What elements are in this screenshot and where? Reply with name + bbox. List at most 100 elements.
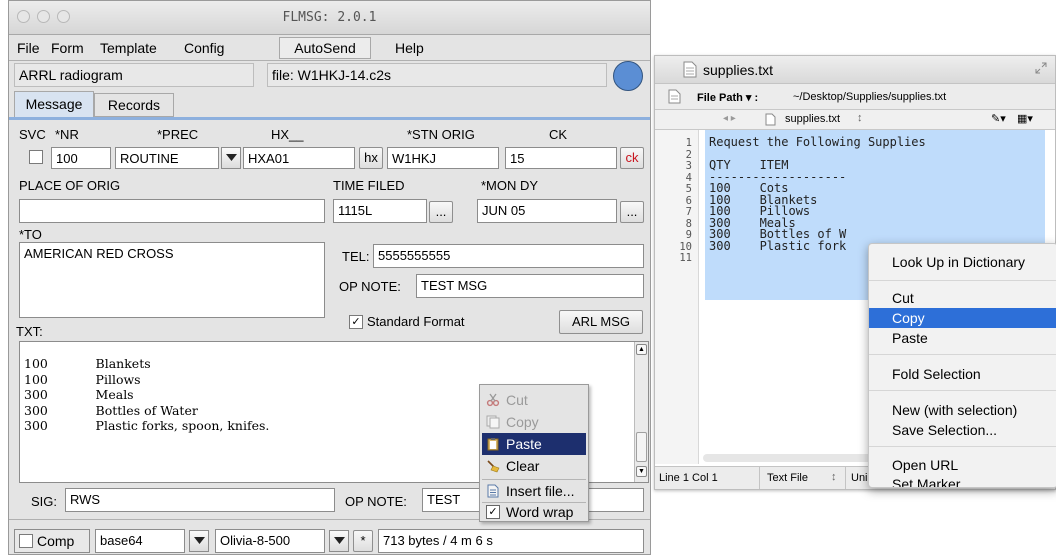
scroll-up-icon[interactable]: ▲ bbox=[636, 344, 647, 355]
menu-separator bbox=[869, 446, 1056, 447]
hx-button[interactable]: hx bbox=[359, 147, 383, 169]
mon-dy-button[interactable]: ... bbox=[620, 201, 644, 223]
broom-icon bbox=[487, 460, 500, 473]
document-icon bbox=[765, 113, 776, 126]
txt-scrollbar[interactable]: ▲ ▼ bbox=[634, 342, 648, 482]
menu-item-copy[interactable]: Copy bbox=[869, 308, 1056, 328]
prec-label: *PREC bbox=[157, 127, 199, 142]
stack-icon[interactable]: ▦▾ bbox=[1017, 112, 1033, 125]
menu-item-set-marker[interactable]: Set Marker bbox=[869, 474, 1056, 487]
nr-input[interactable]: 100 bbox=[51, 147, 111, 169]
time-filed-button[interactable]: ... bbox=[429, 201, 453, 223]
tel-label: TEL: bbox=[342, 249, 370, 264]
mode-config-button[interactable]: * bbox=[353, 530, 373, 552]
hx-input[interactable]: HXA01 bbox=[243, 147, 355, 169]
status-indicator[interactable] bbox=[613, 61, 643, 91]
svc-checkbox[interactable] bbox=[29, 150, 43, 164]
menu-item-new-with-selection[interactable]: New (with selection) bbox=[869, 400, 1056, 420]
op-note-label: OP NOTE: bbox=[339, 279, 401, 294]
prec-select[interactable]: ROUTINE bbox=[115, 147, 219, 169]
scroll-thumb[interactable] bbox=[636, 432, 647, 462]
ck-label: CK bbox=[549, 127, 568, 142]
menu-file[interactable]: File bbox=[17, 40, 40, 56]
menu-help[interactable]: Help bbox=[395, 40, 424, 56]
fullscreen-icon[interactable] bbox=[1035, 62, 1047, 74]
menu-item-cut-label: Cut bbox=[506, 392, 528, 408]
comp-checkbox[interactable] bbox=[19, 534, 33, 548]
op-note-input[interactable]: TEST MSG bbox=[416, 274, 644, 298]
mode-dropdown-button[interactable] bbox=[329, 530, 349, 552]
arl-msg-button[interactable]: ARL MSG bbox=[559, 310, 643, 334]
sig-input[interactable]: RWS bbox=[65, 488, 335, 512]
menu-item-clear-label: Clear bbox=[506, 458, 540, 474]
encoding-dropdown-button[interactable] bbox=[189, 530, 209, 552]
mon-dy-input[interactable]: JUN 05 bbox=[477, 199, 617, 223]
time-filed-input[interactable]: 1115L bbox=[333, 199, 427, 223]
menu-item-open-url[interactable]: Open URL bbox=[869, 455, 1056, 475]
chevron-down-icon bbox=[226, 154, 237, 161]
menu-separator bbox=[869, 354, 1056, 355]
file-path-value: ~/Desktop/Supplies/supplies.txt bbox=[793, 91, 947, 103]
checkmark-icon: ✓ bbox=[486, 505, 500, 519]
cursor-position: Line 1 Col 1 bbox=[659, 472, 718, 484]
menu-form[interactable]: Form bbox=[51, 40, 84, 56]
file-type-stepper[interactable]: ↕ bbox=[831, 471, 837, 483]
menu-item-insert-file[interactable]: Insert file... bbox=[482, 480, 586, 502]
menu-config[interactable]: Config bbox=[184, 40, 224, 56]
editor-text[interactable]: Request the Following Supplies QTY ITEM … bbox=[709, 136, 926, 252]
form-name-box: ARRL radiogram bbox=[14, 63, 254, 87]
tab-divider bbox=[9, 117, 650, 120]
tel-input[interactable]: 5555555555 bbox=[373, 244, 644, 268]
editor-window-title: supplies.txt bbox=[703, 62, 774, 78]
op-note2-label: OP NOTE: bbox=[345, 494, 407, 509]
encoding-select[interactable]: Uni bbox=[851, 472, 868, 484]
flmsg-window: FLMSG: 2.0.1 File Form Template Config A… bbox=[8, 0, 651, 555]
place-of-orig-input[interactable] bbox=[19, 199, 325, 223]
tab-records[interactable]: Records bbox=[94, 93, 174, 117]
stn-orig-input[interactable]: W1HKJ bbox=[387, 147, 499, 169]
flmsg-title-bar[interactable]: FLMSG: 2.0.1 bbox=[9, 1, 650, 35]
chevron-down-icon bbox=[194, 537, 205, 544]
to-textarea[interactable]: AMERICAN RED CROSS bbox=[19, 242, 325, 318]
tab-nav-arrows[interactable]: ◂ ▸ bbox=[723, 113, 736, 124]
file-type-select[interactable]: Text File bbox=[767, 472, 808, 484]
prec-dropdown-button[interactable] bbox=[221, 147, 241, 169]
editor-context-menu: Look Up in Dictionary Cut Copy Paste Fol… bbox=[868, 243, 1056, 488]
pencil-icon[interactable]: ✎▾ bbox=[991, 112, 1006, 125]
scroll-down-icon[interactable]: ▼ bbox=[636, 466, 647, 477]
time-filed-label: TIME FILED bbox=[333, 178, 405, 193]
menu-item-paste[interactable]: Paste bbox=[482, 433, 586, 455]
menu-item-word-wrap[interactable]: ✓ Word wrap bbox=[482, 501, 586, 523]
menu-template[interactable]: Template bbox=[100, 40, 157, 56]
txt-body: 100 Blankets 100 Pillows 300 Meals 300 B… bbox=[24, 356, 270, 434]
line-number-gutter: 1 2 3 4 5 6 7 8 9 10 11 bbox=[655, 130, 699, 464]
window-title: FLMSG: 2.0.1 bbox=[282, 10, 377, 25]
menu-item-fold-selection[interactable]: Fold Selection bbox=[869, 364, 1056, 384]
menu-autosend[interactable]: AutoSend bbox=[279, 37, 371, 59]
standard-format-checkbox[interactable]: ✓ bbox=[349, 315, 363, 329]
clipboard-icon bbox=[487, 438, 499, 451]
tab-message[interactable]: Message bbox=[14, 91, 94, 117]
document-tab[interactable]: supplies.txt bbox=[785, 113, 840, 125]
editor-title-bar[interactable]: supplies.txt bbox=[655, 56, 1055, 84]
menu-item-clear[interactable]: Clear bbox=[482, 455, 586, 477]
encoding-select[interactable]: base64 bbox=[95, 529, 185, 553]
comp-toggle[interactable]: Comp bbox=[14, 529, 90, 553]
ck-input[interactable]: 15 bbox=[505, 147, 617, 169]
menu-item-cut: Cut bbox=[482, 389, 586, 411]
menu-item-save-selection[interactable]: Save Selection... bbox=[869, 420, 1056, 440]
menu-item-paste[interactable]: Paste bbox=[869, 328, 1056, 348]
menu-item-look-up[interactable]: Look Up in Dictionary bbox=[869, 252, 1056, 272]
menu-item-cut[interactable]: Cut bbox=[869, 288, 1056, 308]
document-tab-bar: ◂ ▸ supplies.txt ↕ ✎▾ ▦▾ bbox=[655, 110, 1055, 130]
line-numbers: 1 2 3 4 5 6 7 8 9 10 11 bbox=[679, 137, 692, 264]
menu-item-copy: Copy bbox=[482, 411, 586, 433]
mode-select[interactable]: Olivia-8-500 bbox=[215, 529, 325, 553]
tab-menu-stepper[interactable]: ↕ bbox=[857, 112, 863, 124]
ck-button[interactable]: ck bbox=[620, 147, 644, 169]
file-path-label[interactable]: File Path ▾ : bbox=[697, 91, 758, 104]
menu-item-paste-label: Paste bbox=[506, 436, 542, 452]
chevron-down-icon bbox=[334, 537, 345, 544]
file-path-bar: File Path ▾ : ~/Desktop/Supplies/supplie… bbox=[655, 84, 1055, 110]
txt-label: TXT: bbox=[16, 324, 43, 339]
